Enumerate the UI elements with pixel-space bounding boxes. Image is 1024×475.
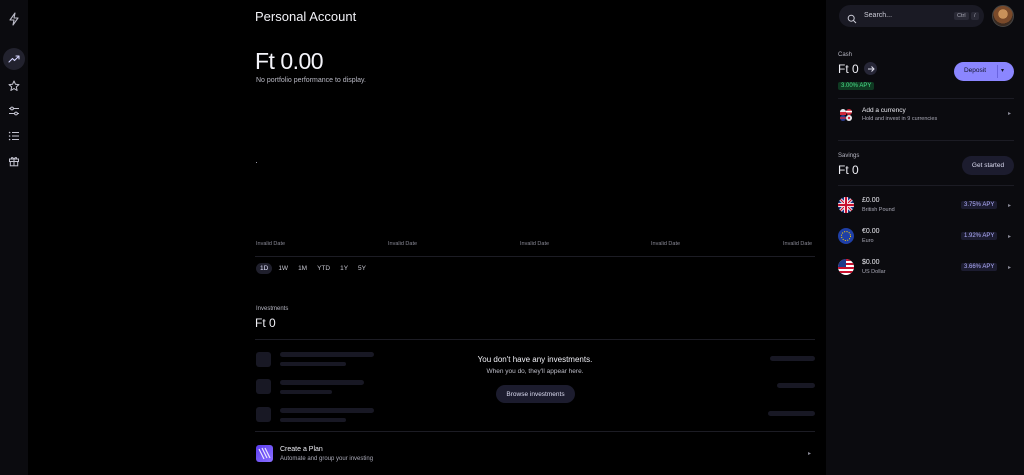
skeleton-bar bbox=[280, 408, 374, 413]
range-1m[interactable]: 1M bbox=[294, 263, 311, 274]
search-placeholder: Search... bbox=[864, 12, 893, 19]
chart-dot bbox=[256, 162, 257, 163]
add-currency-subtitle: Hold and invest in 9 currencies bbox=[862, 116, 938, 122]
range-selector: 1D 1W 1M YTD 1Y 5Y bbox=[256, 263, 370, 274]
gbp-name: British Pound bbox=[862, 207, 895, 213]
eu-flag-icon bbox=[838, 228, 854, 244]
eur-apy-badge: 1.92% APY bbox=[961, 232, 998, 240]
x-axis-label: Invalid Date bbox=[651, 241, 681, 247]
chevron-right-icon[interactable]: ▸ bbox=[1008, 110, 1011, 117]
gbp-apy-badge: 3.75% APY bbox=[961, 201, 998, 209]
search-icon bbox=[847, 11, 857, 29]
usd-apy-badge: 3.66% APY bbox=[961, 263, 998, 271]
skeleton-bar bbox=[280, 362, 346, 366]
savings-value: Ft 0 bbox=[838, 163, 859, 177]
lightning-icon[interactable] bbox=[4, 9, 24, 29]
list-icon[interactable] bbox=[4, 126, 24, 146]
skeleton-bar bbox=[770, 356, 815, 361]
range-1w[interactable]: 1W bbox=[274, 263, 292, 274]
browse-investments-button[interactable]: Browse investments bbox=[496, 385, 575, 403]
eur-amount: €0.00 bbox=[862, 228, 880, 235]
x-axis-label: Invalid Date bbox=[520, 241, 550, 247]
x-axis-label: Invalid Date bbox=[783, 241, 813, 247]
range-ytd[interactable]: YTD bbox=[313, 263, 334, 274]
range-1y[interactable]: 1Y bbox=[336, 263, 352, 274]
skeleton-bar bbox=[768, 411, 815, 416]
skeleton-thumb bbox=[256, 407, 271, 422]
portfolio-note: No portfolio performance to display. bbox=[256, 77, 366, 84]
sidebar bbox=[0, 0, 28, 475]
investments-value: Ft 0 bbox=[255, 316, 276, 330]
deposit-button[interactable]: Deposit ▾ bbox=[954, 62, 1014, 81]
chevron-right-icon[interactable]: ▸ bbox=[1008, 233, 1011, 240]
chevron-right-icon[interactable]: ▸ bbox=[1008, 202, 1011, 209]
skeleton-bar bbox=[777, 383, 815, 388]
currencies-icon[interactable] bbox=[838, 107, 854, 123]
chevron-right-icon[interactable]: ▸ bbox=[808, 450, 811, 457]
gbp-amount: £0.00 bbox=[862, 197, 880, 204]
plan-icon[interactable] bbox=[256, 445, 273, 462]
skeleton-bar bbox=[280, 352, 374, 357]
portfolio-value: Ft 0.00 bbox=[255, 48, 324, 74]
usd-name: US Dollar bbox=[862, 269, 886, 275]
skeleton-bar bbox=[280, 390, 332, 394]
savings-label: Savings bbox=[838, 153, 860, 159]
plan-divider bbox=[255, 431, 815, 432]
cash-label: Cash bbox=[838, 52, 853, 58]
deposit-label[interactable]: Deposit bbox=[954, 67, 996, 74]
x-axis-label: Invalid Date bbox=[388, 241, 418, 247]
chevron-down-icon[interactable]: ▾ bbox=[1001, 67, 1004, 74]
panel-divider bbox=[838, 98, 1014, 99]
skeleton-thumb bbox=[256, 352, 271, 367]
shortcut-ctrl: Ctrl bbox=[954, 12, 969, 20]
range-5y[interactable]: 5Y bbox=[354, 263, 370, 274]
usd-amount: $0.00 bbox=[862, 259, 880, 266]
trending-up-icon[interactable] bbox=[3, 48, 25, 70]
shortcut-key: / bbox=[971, 12, 979, 20]
star-icon[interactable] bbox=[4, 76, 24, 96]
gift-icon[interactable] bbox=[4, 151, 24, 171]
get-started-button[interactable]: Get started bbox=[962, 156, 1014, 175]
us-flag-icon bbox=[838, 259, 854, 275]
add-currency-title[interactable]: Add a currency bbox=[862, 107, 906, 114]
sliders-icon[interactable] bbox=[4, 101, 24, 121]
range-1d[interactable]: 1D bbox=[256, 263, 273, 274]
empty-state-title: You don't have any investments. bbox=[477, 355, 593, 364]
page-title: Personal Account bbox=[255, 9, 357, 24]
panel-divider bbox=[838, 140, 1014, 141]
search-input[interactable]: Search... Ctrl / bbox=[839, 5, 984, 27]
x-axis-label: Invalid Date bbox=[256, 241, 286, 247]
uk-flag-icon bbox=[838, 197, 854, 213]
skeleton-bar bbox=[280, 418, 346, 422]
plan-subtitle: Automate and group your investing bbox=[280, 456, 374, 462]
panel-divider bbox=[838, 185, 1014, 186]
avatar[interactable] bbox=[992, 5, 1014, 27]
plan-title[interactable]: Create a Plan bbox=[280, 446, 323, 453]
chart-divider bbox=[255, 256, 815, 257]
skeleton-bar bbox=[280, 380, 364, 385]
cash-apy-badge: 3.00% APY bbox=[838, 82, 875, 90]
eur-name: Euro bbox=[862, 238, 874, 244]
investments-label: Investments bbox=[256, 306, 289, 312]
deposit-divider bbox=[997, 65, 998, 78]
empty-state-subtitle: When you do, they'll appear here. bbox=[486, 368, 584, 375]
chevron-right-icon[interactable]: ▸ bbox=[1008, 264, 1011, 271]
investments-divider bbox=[255, 339, 815, 340]
arrow-right-icon[interactable] bbox=[864, 62, 877, 75]
skeleton-thumb bbox=[256, 379, 271, 394]
cash-value: Ft 0 bbox=[838, 62, 859, 76]
